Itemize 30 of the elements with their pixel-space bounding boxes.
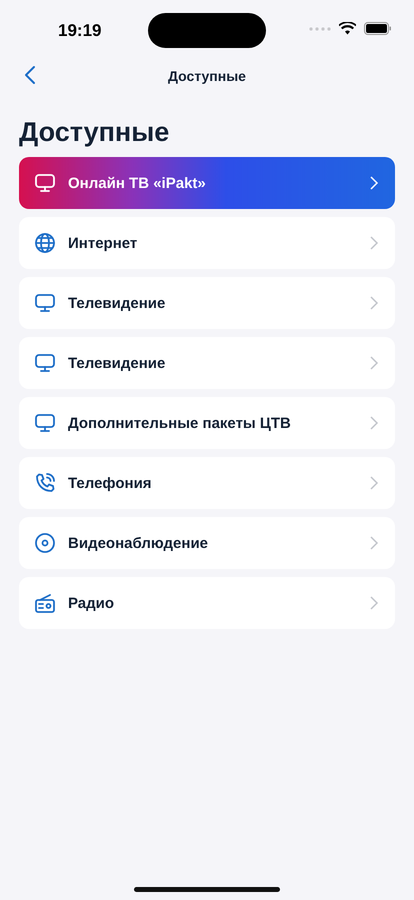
nav-title: Доступные (168, 68, 246, 84)
camera-lens-icon (33, 531, 57, 555)
chevron-icon (369, 175, 379, 191)
signal-dots-icon (309, 26, 331, 30)
page-title: Доступные (19, 116, 170, 149)
featured-service-item[interactable]: Онлайн ТВ «iPakt» (19, 157, 395, 209)
globe-icon (33, 231, 57, 255)
chevron-icon (369, 295, 379, 311)
service-item[interactable]: Интернет (19, 217, 395, 269)
radio-icon (33, 591, 57, 615)
service-item[interactable]: Телефония (19, 457, 395, 509)
chevron-icon (369, 355, 379, 371)
service-item[interactable]: Дополнительные пакеты ЦТВ (19, 397, 395, 449)
chevron-icon (369, 235, 379, 251)
service-item[interactable]: Радио (19, 577, 395, 629)
wifi-icon (339, 22, 356, 35)
service-item[interactable]: Телевидение (19, 337, 395, 389)
chevron-icon (369, 595, 379, 611)
service-item[interactable]: Видеонаблюдение (19, 517, 395, 569)
service-item[interactable]: Телевидение (19, 277, 395, 329)
tv-icon (33, 171, 57, 195)
phone-icon (33, 471, 57, 495)
tv-icon (33, 351, 57, 375)
chevron-icon (369, 535, 379, 551)
tv-icon (33, 291, 57, 315)
tv-icon (33, 411, 57, 435)
chevron-icon (369, 475, 379, 491)
battery-icon (364, 22, 392, 35)
status-time: 19:19 (58, 21, 102, 41)
chevron-icon (369, 415, 379, 431)
